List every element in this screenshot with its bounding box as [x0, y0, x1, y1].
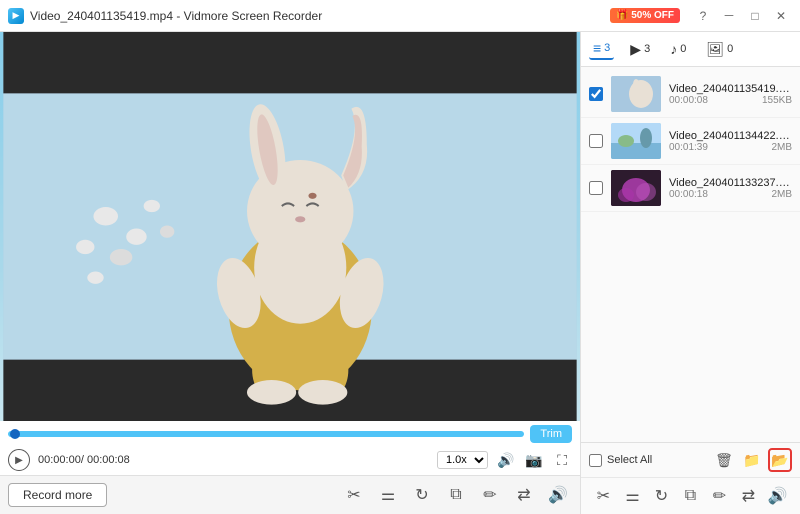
file-thumbnail-3 — [611, 170, 661, 206]
controls-area: Trim ▶ 00:00:00/ 00:00:08 1.0x 0.5x 1.5x… — [0, 421, 580, 475]
audio-tab-icon: ♪ — [670, 41, 677, 57]
file-info-3: 00:00:18 2MB — [669, 189, 792, 200]
action-icons: 🗑 📁 📂 — [712, 448, 792, 472]
folder-icon[interactable]: 📁 — [740, 448, 764, 472]
open-folder-icon[interactable]: 📂 — [768, 448, 792, 472]
convert-icon[interactable]: ⇄ — [736, 483, 762, 509]
camera-icon[interactable]: 📷 — [524, 450, 544, 470]
file-info-1: 00:00:08 155KB — [669, 95, 792, 106]
playback-row: ▶ 00:00:00/ 00:00:08 1.0x 0.5x 1.5x 2.0x… — [8, 447, 572, 473]
tab-image[interactable]: 🖼 0 — [702, 39, 737, 60]
image-tab-icon: 🖼 — [706, 41, 724, 58]
equalizer-tool[interactable]: ⚌ — [374, 481, 402, 509]
list-tab-icon: ≡ — [593, 40, 601, 56]
file-name-3: Video_240401133237.mp4 — [669, 177, 792, 189]
select-all-checkbox[interactable] — [589, 454, 602, 467]
record-more-button[interactable]: Record more — [8, 483, 107, 507]
select-all-label: Select All — [607, 454, 652, 466]
image-count: 0 — [727, 43, 733, 55]
right-bottom-controls: Select All 🗑 📁 📂 ✂ ⚌ ↻ ⧉ ✏ ⇄ 🔊 — [581, 442, 800, 514]
file-thumbnail-1 — [611, 76, 661, 112]
window-title: Video_240401135419.mp4 - Vidmore Screen … — [30, 9, 322, 23]
title-bar: ▶ Video_240401135419.mp4 - Vidmore Scree… — [0, 0, 800, 32]
file-checkbox-3[interactable] — [589, 181, 603, 195]
audio-icon[interactable]: 🔊 — [765, 483, 791, 509]
scrubber-row: Trim — [8, 425, 572, 443]
tools-row: ✂ ⚌ ↻ ⧉ ✏ ⇄ 🔊 — [581, 478, 800, 514]
file-name-1: Video_240401135419.mp4 — [669, 83, 792, 95]
main-container: Trim ▶ 00:00:00/ 00:00:08 1.0x 0.5x 1.5x… — [0, 32, 800, 514]
file-size-1: 155KB — [762, 95, 792, 106]
equalizer-icon[interactable]: ⚌ — [620, 483, 646, 509]
volume-tool[interactable]: 🔊 — [544, 481, 572, 509]
promo-badge[interactable]: 🎁 50% OFF — [610, 8, 680, 23]
scissors-icon[interactable]: ✂ — [591, 483, 617, 509]
help-button[interactable]: ? — [692, 5, 714, 27]
maximize-button[interactable]: □ — [744, 5, 766, 27]
app-icon: ▶ — [8, 8, 24, 24]
minimize-button[interactable]: － — [718, 5, 740, 27]
rotate-tool[interactable]: ↻ — [408, 481, 436, 509]
trim-button[interactable]: Trim — [530, 425, 572, 443]
file-duration-3: 00:00:18 — [669, 189, 708, 200]
close-button[interactable]: ✕ — [770, 5, 792, 27]
convert-tool[interactable]: ⇄ — [510, 481, 538, 509]
file-size-3: 2MB — [771, 189, 792, 200]
bottom-bar: Record more ✂ ⚌ ↻ ⧉ ✏ ⇄ 🔊 — [0, 475, 580, 514]
tab-video[interactable]: ▶ 3 — [626, 39, 654, 60]
speed-select[interactable]: 1.0x 0.5x 1.5x 2.0x — [437, 451, 488, 469]
select-all-row: Select All 🗑 📁 📂 — [581, 443, 800, 478]
file-meta-1: Video_240401135419.mp4 00:00:08 155KB — [669, 83, 792, 106]
file-name-2: Video_240401134422.mp4 — [669, 130, 792, 142]
time-display: 00:00:00/ 00:00:08 — [38, 454, 130, 466]
scrubber-handle[interactable] — [10, 429, 20, 439]
list-item[interactable]: Video_240401135419.mp4 00:00:08 155KB — [581, 71, 800, 118]
audio-count: 0 — [680, 43, 686, 55]
volume-icon[interactable]: 🔊 — [496, 450, 516, 470]
list-item[interactable]: Video_240401134422.mp4 00:01:39 2MB — [581, 118, 800, 165]
scissors-tool[interactable]: ✂ — [340, 481, 368, 509]
delete-icon[interactable]: 🗑 — [712, 448, 736, 472]
tab-audio[interactable]: ♪ 0 — [666, 39, 690, 59]
file-meta-3: Video_240401133237.mp4 00:00:18 2MB — [669, 177, 792, 200]
fullscreen-icon[interactable]: ⛶ — [552, 450, 572, 470]
tabs-row: ≡ 3 ▶ 3 ♪ 0 🖼 0 — [581, 32, 800, 67]
title-bar-right: 🎁 50% OFF ? － □ ✕ — [610, 5, 792, 27]
file-meta-2: Video_240401134422.mp4 00:01:39 2MB — [669, 130, 792, 153]
video-area — [0, 32, 580, 421]
list-item[interactable]: Video_240401133237.mp4 00:00:18 2MB — [581, 165, 800, 212]
tab-list[interactable]: ≡ 3 — [589, 38, 614, 60]
scrubber-track[interactable] — [8, 431, 524, 437]
file-duration-1: 00:00:08 — [669, 95, 708, 106]
edit-icon[interactable]: ✏ — [707, 483, 733, 509]
video-content — [0, 32, 580, 421]
play-button[interactable]: ▶ — [8, 449, 30, 471]
rotate-icon[interactable]: ↻ — [649, 483, 675, 509]
edit-tool[interactable]: ✏ — [476, 481, 504, 509]
file-list: Video_240401135419.mp4 00:00:08 155KB — [581, 67, 800, 442]
video-tab-icon: ▶ — [630, 41, 641, 58]
right-panel: ≡ 3 ▶ 3 ♪ 0 🖼 0 — [580, 32, 800, 514]
video-count: 3 — [644, 43, 650, 55]
copy-tool[interactable]: ⧉ — [442, 481, 470, 509]
file-thumbnail-2 — [611, 123, 661, 159]
video-frame — [0, 32, 580, 421]
file-info-2: 00:01:39 2MB — [669, 142, 792, 153]
file-checkbox-1[interactable] — [589, 87, 603, 101]
select-all-left: Select All — [589, 454, 652, 467]
file-duration-2: 00:01:39 — [669, 142, 708, 153]
file-size-2: 2MB — [771, 142, 792, 153]
file-checkbox-2[interactable] — [589, 134, 603, 148]
title-bar-left: ▶ Video_240401135419.mp4 - Vidmore Scree… — [8, 8, 322, 24]
left-panel: Trim ▶ 00:00:00/ 00:00:08 1.0x 0.5x 1.5x… — [0, 32, 580, 514]
list-count: 3 — [604, 42, 610, 54]
merge-icon[interactable]: ⧉ — [678, 483, 704, 509]
